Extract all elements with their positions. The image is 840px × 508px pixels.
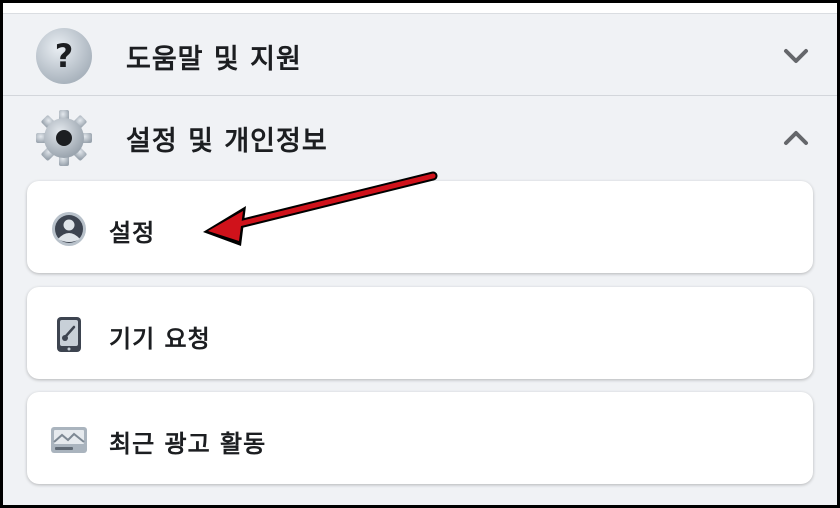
settings-privacy-section[interactable]: 설정 및 개인정보	[3, 99, 837, 179]
chevron-up-icon[interactable]	[781, 123, 811, 153]
recent-ad-activity-label: 최근 광고 활동	[109, 430, 267, 458]
help-support-label: 도움말 및 지원	[126, 44, 302, 75]
device-requests-menu-item[interactable]: 기기 요청	[27, 287, 813, 379]
section-divider	[3, 95, 837, 96]
settings-menu-item[interactable]: 설정	[27, 181, 813, 273]
recent-ad-activity-menu-item[interactable]: 최근 광고 활동	[27, 392, 813, 484]
top-strip	[3, 3, 837, 14]
ad-image-icon	[51, 427, 87, 453]
device-requests-label: 기기 요청	[109, 325, 211, 353]
settings-item-label: 설정	[109, 219, 156, 247]
settings-privacy-label: 설정 및 개인정보	[126, 126, 328, 157]
svg-text:?: ?	[55, 37, 74, 75]
gear-icon	[36, 110, 92, 166]
chevron-down-icon[interactable]	[781, 41, 811, 71]
profile-icon	[52, 212, 86, 246]
help-support-section[interactable]: ? 도움말 및 지원	[3, 17, 837, 97]
question-icon: ?	[36, 28, 92, 84]
device-icon	[57, 317, 81, 352]
app-frame: ? 도움말 및 지원 설정 및 개인정보 설정 기기 요청 최근 광고 활동	[3, 3, 837, 505]
